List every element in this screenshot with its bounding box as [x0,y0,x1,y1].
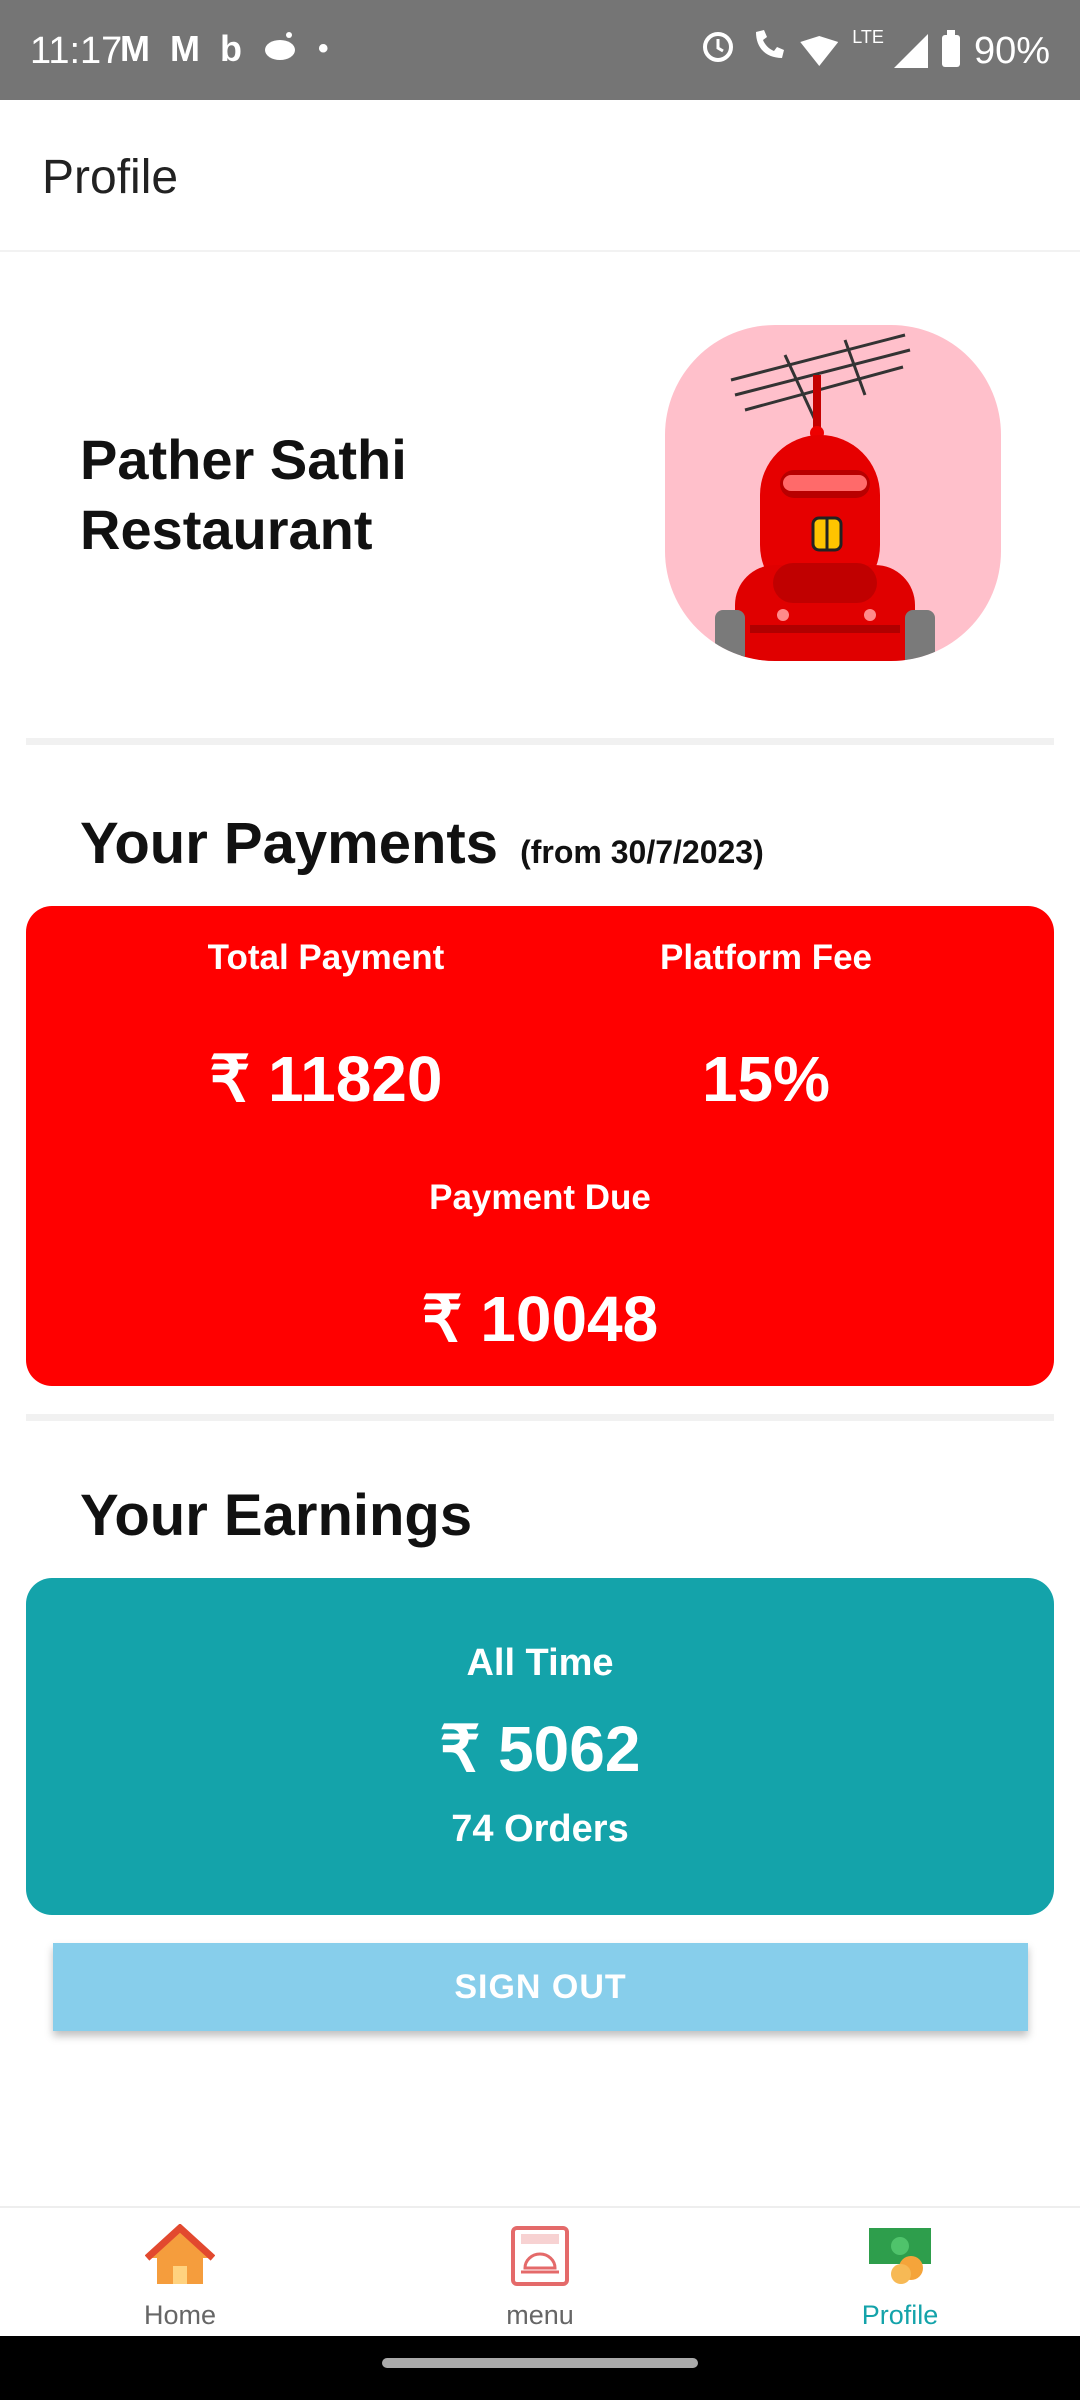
profile-money-icon [869,2228,931,2284]
payments-date-range: (from 30/7/2023) [520,834,764,870]
nav-item-menu[interactable]: menu [360,2208,720,2338]
gmail-icon: M [170,28,200,69]
nav-label-menu: menu [506,2300,574,2330]
divider [26,738,1054,745]
robot-illustration [715,333,935,661]
gmail-icon: M [120,28,150,69]
gesture-bar [0,2336,1080,2400]
payment-due-label: Payment Due [429,1178,651,1217]
payments-card: Total Payment Platform Fee ₹ 11820 15% P… [26,906,1054,1386]
page-title: Profile [42,151,179,204]
nav-label-home: Home [143,2300,217,2330]
bottom-navigation: Home menu Profile [0,2206,1080,2338]
battery-percent: 90% [973,29,1050,72]
platform-fee-value: 15% [701,1043,831,1115]
wifi-calling-icon [750,28,786,74]
payment-due-value: ₹ 10048 [421,1283,659,1355]
earnings-period: All Time [466,1642,614,1684]
signal-icon [893,34,928,68]
wifi-icon [800,36,839,66]
system-icons: LTE 90% [700,26,1050,74]
earnings-amount: ₹ 5062 [439,1713,641,1785]
more-dot-icon: • [318,32,329,65]
battery-icon [941,30,960,67]
home-gesture-pill[interactable] [382,2358,698,2368]
earnings-title: Your Earnings [80,1483,473,1548]
payments-heading: Your Payments [80,811,498,876]
divider [26,1414,1054,1421]
payments-title: Your Payments (from 30/7/2023) [80,810,764,877]
nav-label-profile: Profile [861,2300,939,2330]
sign-out-button[interactable]: SIGN OUT [53,1943,1028,2031]
alarm-icon [700,28,736,74]
bing-icon: b [220,28,242,69]
app-bar: Profile [0,100,1080,252]
earnings-card: All Time ₹ 5062 74 Orders [26,1578,1054,1915]
status-time: 11:17 [30,30,123,72]
restaurant-name: Pather Sathi Restaurant [80,428,407,561]
avatar [665,325,1001,661]
home-icon [145,2224,215,2284]
lte-label: LTE [852,26,884,47]
nav-item-profile[interactable]: Profile [720,2208,1080,2338]
platform-fee-label: Platform Fee [660,938,872,977]
nav-item-home[interactable]: Home [0,2208,360,2338]
menu-card-icon [511,2226,569,2286]
earnings-orders: 74 Orders [451,1808,629,1850]
notification-icons: M M b • [120,28,329,70]
reddit-icon [262,28,298,70]
status-bar: 11:17 M M b • LTE 90% [0,0,1080,100]
